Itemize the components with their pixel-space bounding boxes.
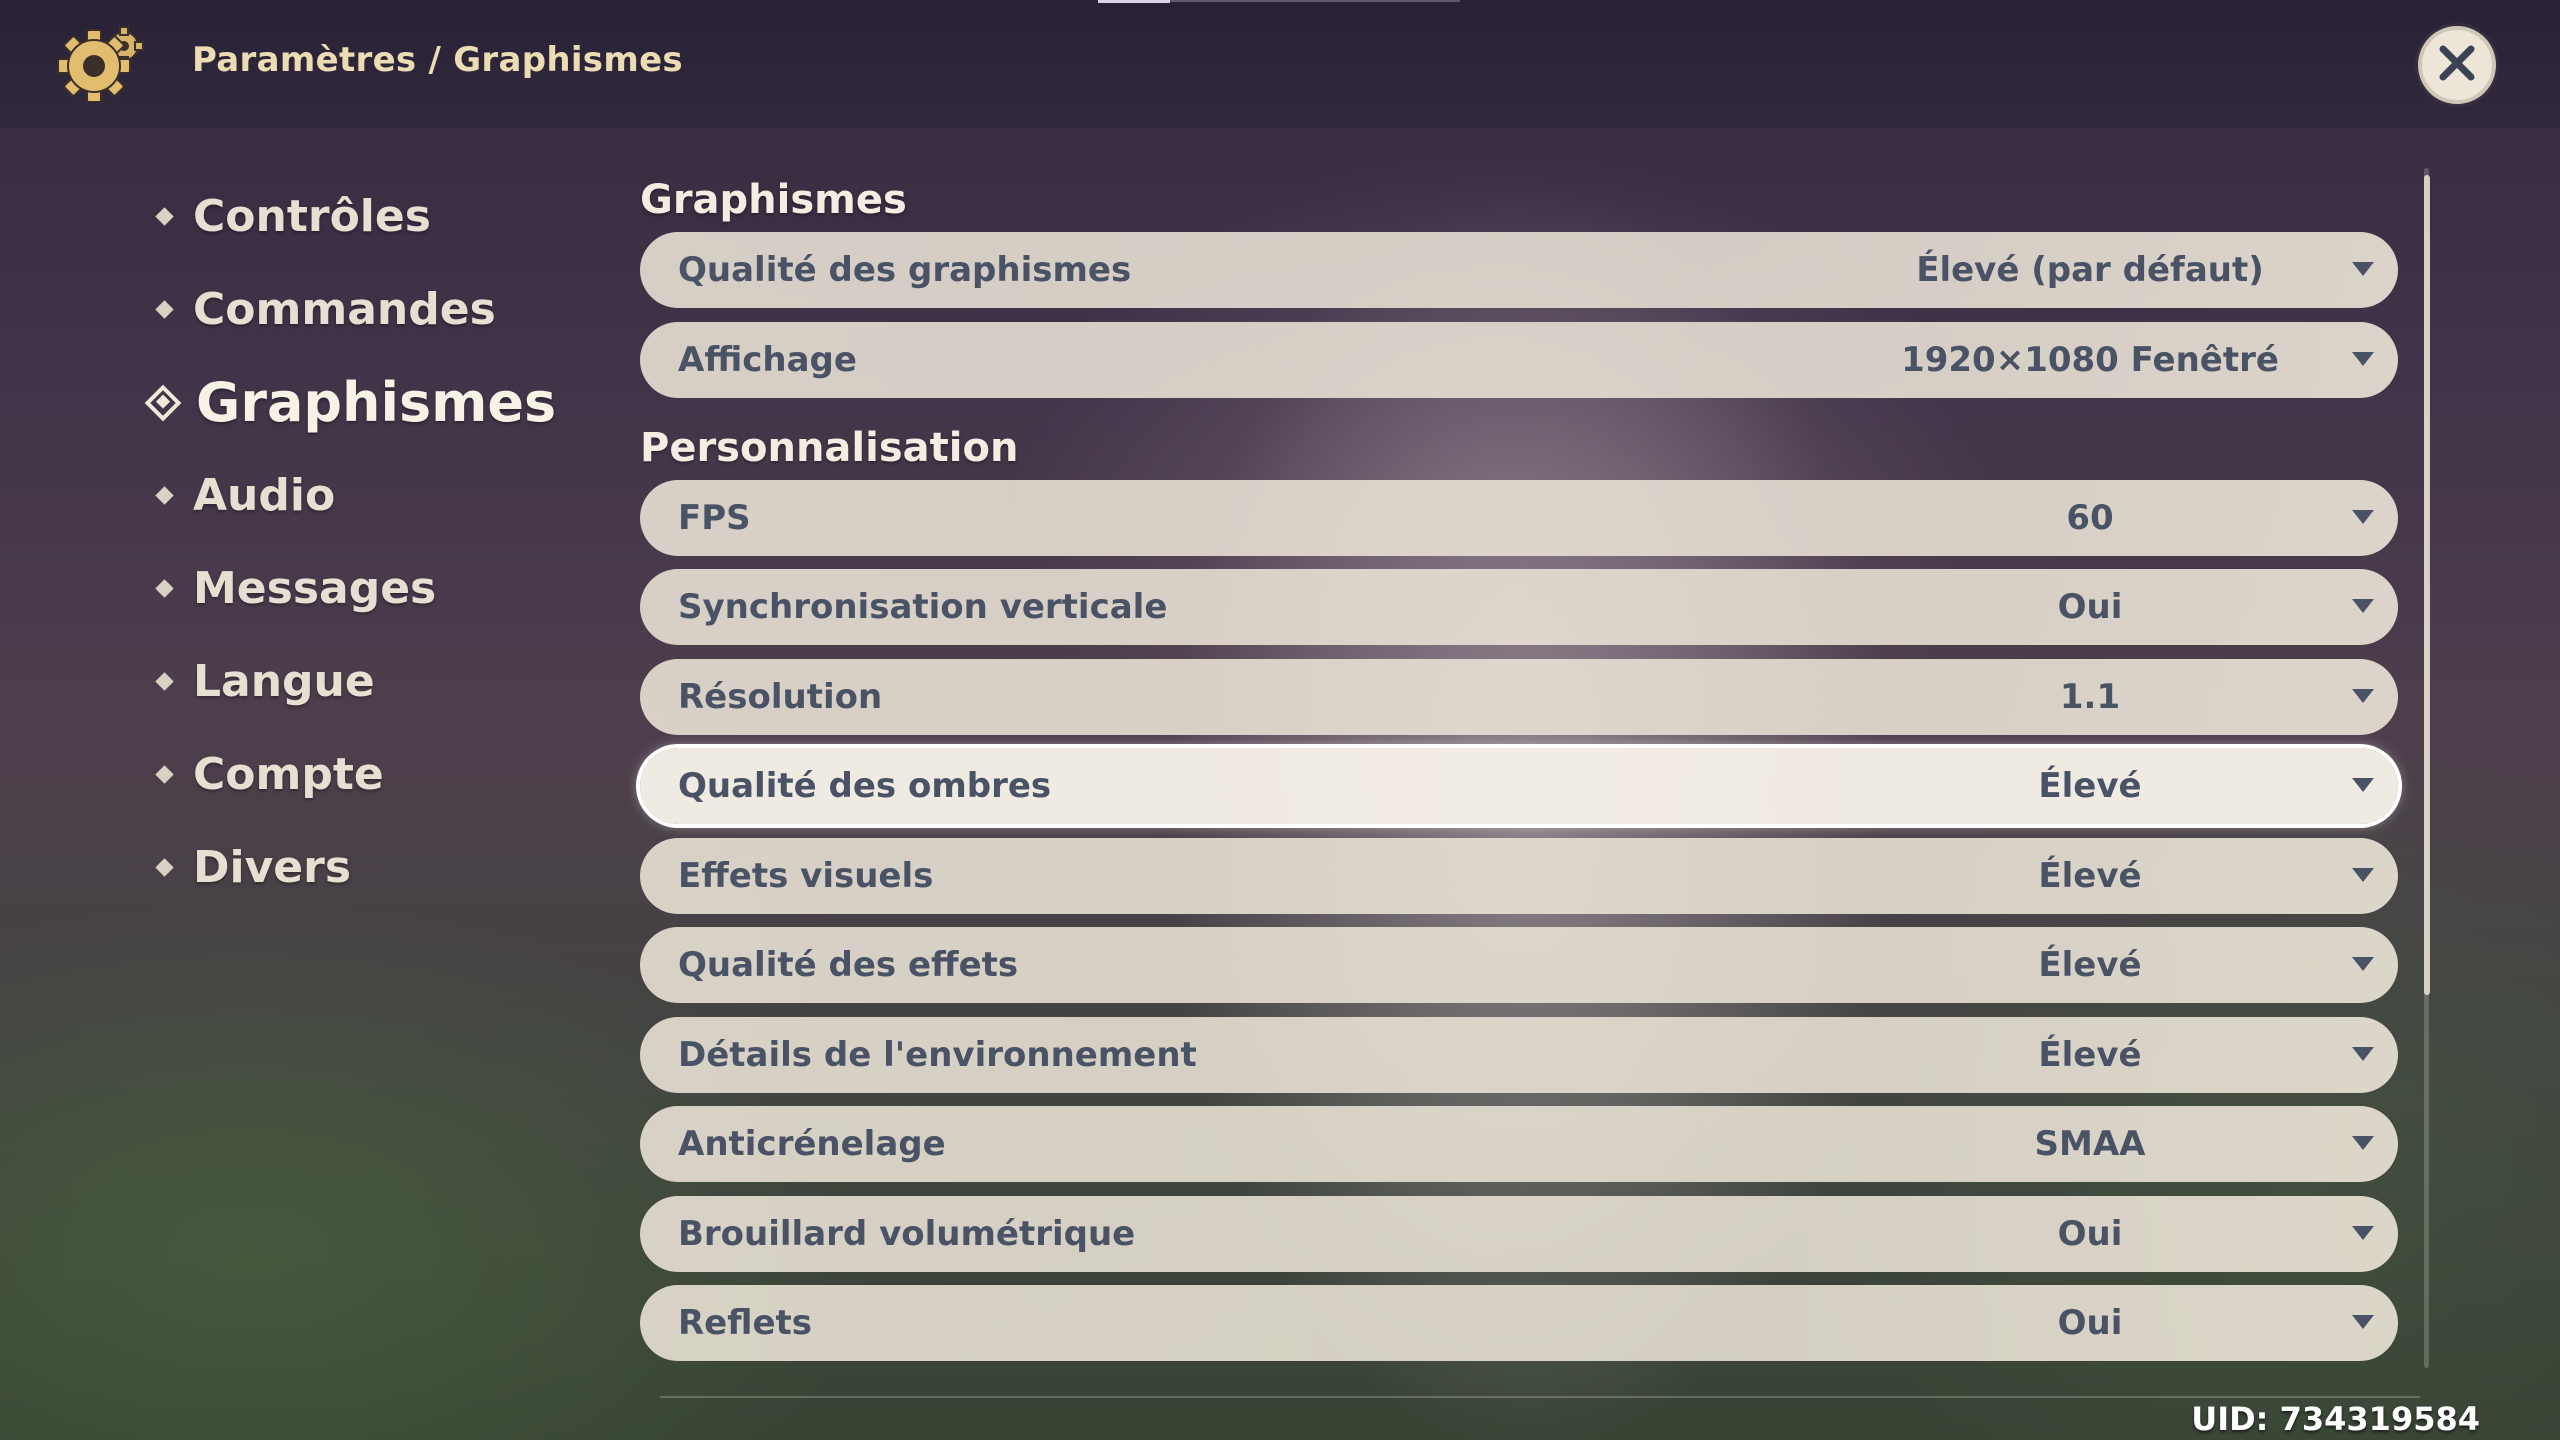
breadcrumb-separator: / <box>428 40 442 80</box>
setting-row-qualite-effets[interactable]: Qualité des effets Élevé <box>640 927 2398 1003</box>
dropdown-arrow-icon[interactable] <box>2352 1136 2374 1150</box>
setting-value: Élevé <box>2038 766 2142 806</box>
sidebar-item-controles[interactable]: Contrôles <box>150 170 590 263</box>
setting-value: Oui <box>2057 1303 2123 1343</box>
sidebar-item-divers[interactable]: Divers <box>150 821 590 914</box>
breadcrumb: Paramètres / Graphismes <box>192 40 683 80</box>
scrollbar-thumb[interactable] <box>2424 175 2430 995</box>
setting-row-affichage[interactable]: Affichage 1920×1080 Fenêtré <box>640 321 2398 398</box>
sidebar-item-audio[interactable]: Audio <box>150 449 590 542</box>
sidebar-item-langue[interactable]: Langue <box>150 635 590 728</box>
diamond-bullet-icon <box>155 765 174 784</box>
dropdown-arrow-icon[interactable] <box>2352 1225 2374 1240</box>
diamond-bullet-icon <box>155 207 174 226</box>
diamond-bullet-icon <box>155 486 174 505</box>
list-bottom-divider <box>660 1396 2420 1398</box>
diamond-bullet-icon <box>155 579 174 598</box>
setting-row-vsync[interactable]: Synchronisation verticale Oui <box>640 569 2398 645</box>
dropdown-arrow-icon[interactable] <box>2352 867 2374 882</box>
close-icon <box>2435 41 2479 89</box>
sidebar-item-compte[interactable]: Compte <box>150 728 590 821</box>
diamond-selected-icon <box>144 384 182 421</box>
top-tab-track <box>1170 0 1460 2</box>
setting-label: Qualité des ombres <box>678 766 1052 806</box>
setting-row-resolution[interactable]: Résolution 1.1 <box>640 658 2398 735</box>
setting-row-brouillard[interactable]: Brouillard volumétrique Oui <box>640 1195 2398 1272</box>
close-button[interactable] <box>2418 26 2496 104</box>
sidebar-item-label: Compte <box>193 749 384 800</box>
setting-row-qualite-ombres[interactable]: Qualité des ombres Élevé <box>640 748 2398 824</box>
setting-row-details-environnement[interactable]: Détails de l'environnement Élevé <box>640 1016 2398 1093</box>
top-tab-indicator <box>1098 0 1170 3</box>
setting-label: Anticrénelage <box>678 1124 946 1164</box>
sidebar-item-label: Contrôles <box>193 191 431 242</box>
breadcrumb-parent[interactable]: Paramètres <box>192 40 416 80</box>
sidebar-item-label: Graphismes <box>196 371 557 434</box>
sidebar-item-commandes[interactable]: Commandes <box>150 263 590 356</box>
setting-label: Résolution <box>678 676 883 717</box>
setting-value: SMAA <box>2034 1124 2146 1164</box>
dropdown-arrow-icon[interactable] <box>2352 599 2374 613</box>
setting-label: Synchronisation verticale <box>678 587 1168 627</box>
sidebar-item-label: Commandes <box>193 284 496 335</box>
breadcrumb-current: Graphismes <box>453 40 683 80</box>
setting-label: Effets visuels <box>678 855 934 896</box>
dropdown-arrow-icon[interactable] <box>2352 262 2374 276</box>
setting-label: Qualité des graphismes <box>678 250 1132 290</box>
diamond-bullet-icon <box>155 300 174 319</box>
setting-label: Détails de l'environnement <box>678 1034 1197 1075</box>
setting-label: Qualité des effets <box>678 945 1019 985</box>
settings-gear-icon <box>52 26 152 103</box>
setting-label: FPS <box>678 497 751 538</box>
setting-row-reflets[interactable]: Reflets Oui <box>640 1285 2398 1361</box>
sidebar-item-label: Divers <box>193 842 352 893</box>
dropdown-arrow-icon[interactable] <box>2352 1315 2374 1329</box>
setting-value: Élevé <box>2038 1034 2142 1075</box>
sidebar-item-label: Audio <box>193 470 336 521</box>
setting-row-fps[interactable]: FPS 60 <box>640 479 2398 556</box>
sidebar-nav: Contrôles Commandes Graphismes Audio Mes… <box>144 170 590 914</box>
setting-label: Reflets <box>678 1303 812 1343</box>
sidebar-item-label: Messages <box>193 563 437 614</box>
setting-value: Élevé (par défaut) <box>1916 250 2264 290</box>
diamond-bullet-icon <box>155 672 174 691</box>
dropdown-arrow-icon[interactable] <box>2352 509 2374 524</box>
dropdown-arrow-icon[interactable] <box>2352 351 2374 366</box>
setting-value: 60 <box>2066 497 2114 538</box>
setting-row-effets-visuels[interactable]: Effets visuels Élevé <box>640 837 2398 914</box>
sidebar-item-graphismes[interactable]: Graphismes <box>144 356 590 449</box>
setting-row-anticrenelage[interactable]: Anticrénelage SMAA <box>640 1106 2398 1182</box>
setting-value: Élevé <box>2038 945 2142 985</box>
setting-value: 1920×1080 Fenêtré <box>1901 339 2279 380</box>
sidebar-item-label: Langue <box>193 656 375 707</box>
setting-value: Oui <box>2057 1213 2123 1254</box>
setting-label: Brouillard volumétrique <box>678 1213 1136 1254</box>
dropdown-arrow-icon[interactable] <box>2352 688 2374 703</box>
dropdown-arrow-icon[interactable] <box>2352 778 2374 792</box>
setting-label: Affichage <box>678 339 857 380</box>
setting-row-qualite-graphismes[interactable]: Qualité des graphismes Élevé (par défaut… <box>640 232 2398 308</box>
dropdown-arrow-icon[interactable] <box>2352 1046 2374 1061</box>
setting-value: Oui <box>2057 587 2123 627</box>
dropdown-arrow-icon[interactable] <box>2352 957 2374 971</box>
section-title-graphismes: Graphismes <box>640 177 907 223</box>
uid-label: UID: 734319584 <box>2191 1400 2480 1438</box>
sidebar-item-messages[interactable]: Messages <box>150 542 590 635</box>
setting-value: Élevé <box>2038 855 2142 896</box>
setting-value: 1.1 <box>2059 676 2121 717</box>
section-title-personnalisation: Personnalisation <box>640 424 1019 471</box>
header-bar: Paramètres / Graphismes <box>0 0 2560 128</box>
settings-panel: Graphismes Qualité des graphismes Élevé … <box>640 168 2400 1375</box>
diamond-bullet-icon <box>155 858 174 877</box>
